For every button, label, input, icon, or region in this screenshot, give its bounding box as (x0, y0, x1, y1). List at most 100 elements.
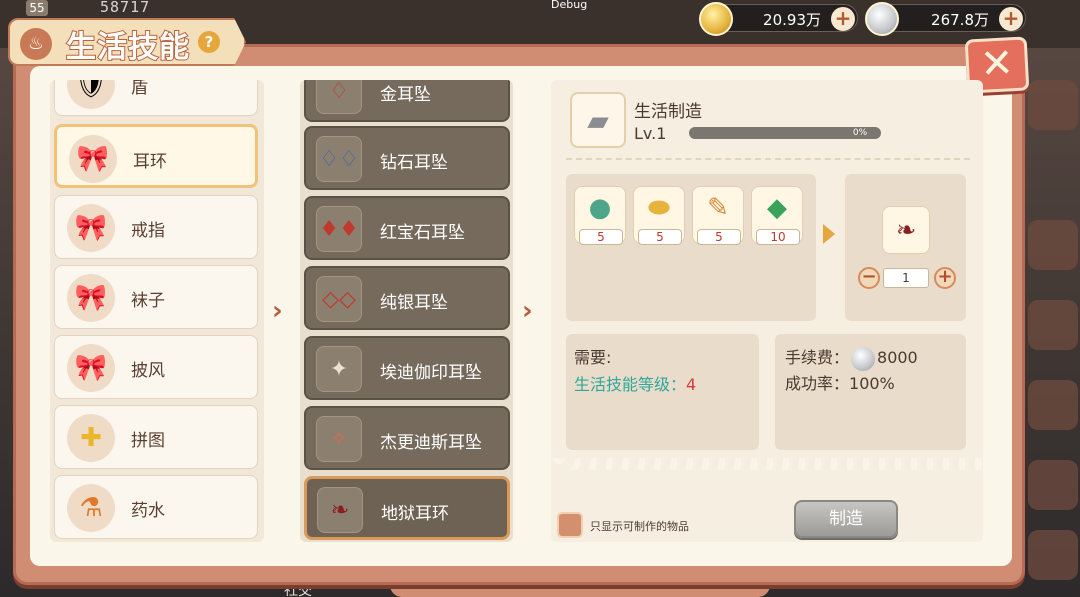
shield-icon: 🛡 (67, 80, 115, 109)
silver-bar-icon: ▰ (570, 92, 626, 148)
divider (566, 158, 970, 160)
side-menu-button[interactable] (1028, 220, 1078, 270)
hell-earring-icon[interactable]: ❧ (882, 206, 930, 254)
debug-label: Debug (551, 0, 588, 11)
silver-coin-icon (865, 2, 899, 36)
material-slot[interactable]: ✎ 5 (692, 186, 744, 245)
bow-icon: 🎀 (67, 274, 115, 322)
gold-currency: 20.93万 + (699, 2, 858, 36)
category-item-selected[interactable]: 🎀 耳环 (54, 124, 258, 188)
requirements-title: 需要: (574, 348, 612, 367)
earring-icon: ♦♦ (316, 206, 362, 252)
material-slot[interactable]: ● 5 (574, 186, 626, 245)
help-button[interactable]: ? (198, 31, 220, 53)
skill-progress-text: 0% (852, 128, 868, 138)
increase-quantity-button[interactable]: + (934, 267, 956, 289)
craft-skill-name: 生活制造 (634, 102, 702, 122)
item-entry[interactable]: ♢ 金耳坠 (304, 80, 510, 122)
material-count: 5 (697, 229, 741, 245)
side-menu-button[interactable] (1028, 300, 1078, 350)
side-menu-button[interactable] (1028, 460, 1078, 510)
fee-line: 手续费： 8000 (785, 344, 918, 371)
earring-icon: ✧ (316, 416, 362, 462)
item-entry[interactable]: ✧ 杰更迪斯耳坠 (304, 406, 510, 470)
orb-icon: ● (588, 193, 612, 223)
category-label: 拼图 (131, 431, 165, 451)
fee-amount: 8000 (877, 348, 918, 367)
item-label: 钻石耳坠 (380, 153, 448, 173)
item-list[interactable]: ♢ 金耳坠 ♢♢ 钻石耳坠 ♦♦ 红宝石耳坠 ◇◇ 纯银耳坠 ✦ 埃迪伽印耳坠 … (300, 80, 513, 542)
requirement-value: 4 (686, 375, 697, 394)
make-button[interactable]: 制造 (794, 500, 898, 538)
item-entry[interactable]: ♢♢ 钻石耳坠 (304, 126, 510, 190)
crystal-icon: ◆ (767, 193, 787, 223)
earring-icon: ✦ (316, 346, 362, 392)
puzzle-icon: ✚ (67, 414, 115, 462)
gold-coin-icon (699, 2, 733, 36)
item-label: 红宝石耳坠 (380, 223, 465, 243)
material-count: 5 (579, 229, 623, 245)
bow-icon: 🎀 (69, 135, 117, 183)
chevron-right-icon: › (272, 296, 283, 326)
quantity-input[interactable]: 1 (883, 268, 929, 288)
skill-progress-bar: 0% (689, 127, 881, 139)
category-label: 耳环 (133, 152, 167, 172)
requirement-label: 生活技能等级： (574, 375, 687, 394)
category-label: 袜子 (131, 291, 165, 311)
earring-icon: ❧ (317, 487, 363, 533)
panel-title: 生活技能 (65, 29, 190, 66)
category-item[interactable]: 🎀 披风 (54, 335, 258, 399)
arrow-right-icon (823, 224, 835, 244)
material-slot[interactable]: ⬬ 5 (633, 186, 685, 245)
craft-skill-level: Lv.1 (634, 124, 667, 143)
material-slot[interactable]: ◆ 10 (751, 186, 803, 245)
requirement-line: 生活技能等级：4 (574, 371, 696, 395)
craftable-only-checkbox[interactable] (557, 512, 583, 538)
side-menu-button[interactable] (1028, 530, 1078, 580)
bow-icon: 🎀 (67, 204, 115, 252)
earring-icon: ♢♢ (316, 136, 362, 182)
category-item[interactable]: 🎀 戒指 (54, 195, 258, 259)
add-gold-button[interactable]: + (831, 7, 855, 31)
item-label: 地狱耳环 (381, 504, 449, 524)
player-level-badge: 55 (26, 0, 48, 16)
decrease-quantity-button[interactable]: − (858, 267, 880, 289)
feather-icon: ✎ (707, 193, 729, 223)
combat-power: 58717 (100, 0, 151, 16)
silver-amount: 267.8万 (931, 11, 989, 29)
item-entry[interactable]: ♦♦ 红宝石耳坠 (304, 196, 510, 260)
bow-icon: 🎀 (67, 344, 115, 392)
item-label: 金耳坠 (380, 85, 431, 105)
success-rate-value: 100% (849, 374, 895, 393)
potion-icon: ⚗ (67, 484, 115, 532)
category-item[interactable]: 🛡 盾 (54, 80, 258, 116)
silver-currency: 267.8万 + (865, 2, 1026, 36)
item-entry-selected[interactable]: ❧ 地狱耳环 (304, 476, 510, 540)
category-label: 盾 (131, 80, 148, 98)
category-label: 戒指 (131, 221, 165, 241)
material-count: 5 (638, 229, 682, 245)
category-item[interactable]: ⚗ 药水 (54, 475, 258, 539)
item-label: 杰更迪斯耳坠 (380, 433, 482, 453)
item-entry[interactable]: ✦ 埃迪伽印耳坠 (304, 336, 510, 400)
success-rate-label: 成功率： (785, 374, 850, 393)
side-menu-button[interactable] (1028, 80, 1078, 130)
gold-ore-icon: ⬬ (647, 193, 671, 223)
category-label: 药水 (131, 501, 165, 521)
earring-icon: ◇◇ (316, 276, 362, 322)
category-label: 披风 (131, 361, 165, 381)
cooking-pot-icon: ♨ (20, 28, 52, 60)
item-label: 埃迪伽印耳坠 (380, 363, 482, 383)
material-count: 10 (756, 229, 800, 245)
side-menu-button[interactable] (1028, 380, 1078, 430)
category-item[interactable]: 🎀 袜子 (54, 265, 258, 329)
earring-icon: ♢ (316, 80, 362, 114)
craftable-only-label: 只显示可制作的物品 (590, 520, 689, 533)
add-silver-button[interactable]: + (999, 7, 1023, 31)
category-item[interactable]: ✚ 拼图 (54, 405, 258, 469)
category-list[interactable]: 🛡 盾 🎀 耳环 🎀 戒指 🎀 袜子 🎀 披风 ✚ 拼图 ⚗ 药水 (50, 80, 264, 542)
success-rate-line: 成功率：100% (785, 370, 895, 394)
right-side-menu (1022, 60, 1080, 597)
item-entry[interactable]: ◇◇ 纯银耳坠 (304, 266, 510, 330)
decorative-wave (551, 458, 983, 470)
